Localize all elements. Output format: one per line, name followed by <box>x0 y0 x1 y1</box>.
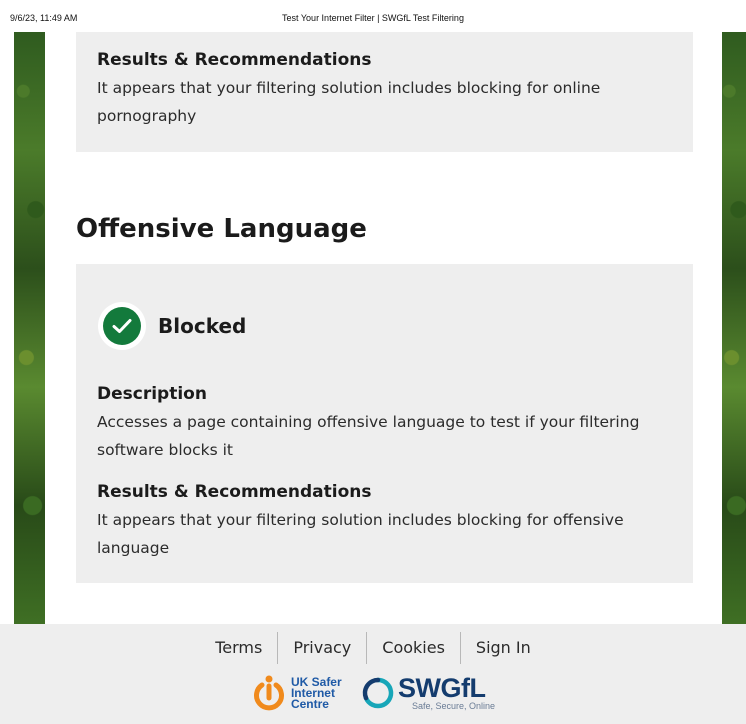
footer-link-privacy[interactable]: Privacy <box>277 632 366 664</box>
footer-link-sign-in[interactable]: Sign In <box>459 632 546 664</box>
results-heading: Results & Recommendations <box>97 482 372 502</box>
description-text: Accesses a page containing offensive lan… <box>97 413 640 459</box>
print-header: 9/6/23, 11:49 AM Test Your Internet Filt… <box>0 0 746 32</box>
swgfl-tagline: Safe, Secure, Online <box>411 700 496 711</box>
main-content: Results & Recommendations It appears tha… <box>45 32 722 624</box>
footer-link-cookies[interactable]: Cookies <box>366 632 460 664</box>
status-row: Blocked <box>98 302 246 350</box>
section-title-offensive-language: Offensive Language <box>76 214 367 244</box>
uk-safer-logo-text: UK Safer Internet Centre <box>290 674 342 711</box>
swgfl-ring-icon <box>362 677 394 709</box>
swgfl-logo-name: SWGfL <box>397 672 486 703</box>
footer-link-terms[interactable]: Terms <box>200 632 277 664</box>
results-text: It appears that your filtering solution … <box>97 79 601 125</box>
results-heading: Results & Recommendations <box>97 50 372 70</box>
status-label: Blocked <box>158 314 247 338</box>
footer: Terms Privacy Cookies Sign In UK Safer I… <box>0 624 746 724</box>
previous-result-card: Results & Recommendations It appears tha… <box>76 32 693 152</box>
power-icon <box>253 675 284 711</box>
footer-links: Terms Privacy Cookies Sign In <box>0 632 746 664</box>
background-foliage-right <box>722 32 746 624</box>
print-page-title: Test Your Internet Filter | SWGfL Test F… <box>282 13 464 23</box>
check-circle-icon <box>98 302 146 350</box>
background-foliage-left <box>14 32 45 624</box>
uk-safer-internet-centre-logo[interactable]: UK Safer Internet Centre <box>251 674 349 712</box>
footer-logos: UK Safer Internet Centre SWGfL Safe, Sec… <box>0 674 746 712</box>
description-heading: Description <box>97 384 207 404</box>
offensive-language-card: Blocked Description Accesses a page cont… <box>76 264 693 583</box>
results-text: It appears that your filtering solution … <box>97 511 624 557</box>
swgfl-logo[interactable]: SWGfL Safe, Secure, Online <box>361 672 496 712</box>
